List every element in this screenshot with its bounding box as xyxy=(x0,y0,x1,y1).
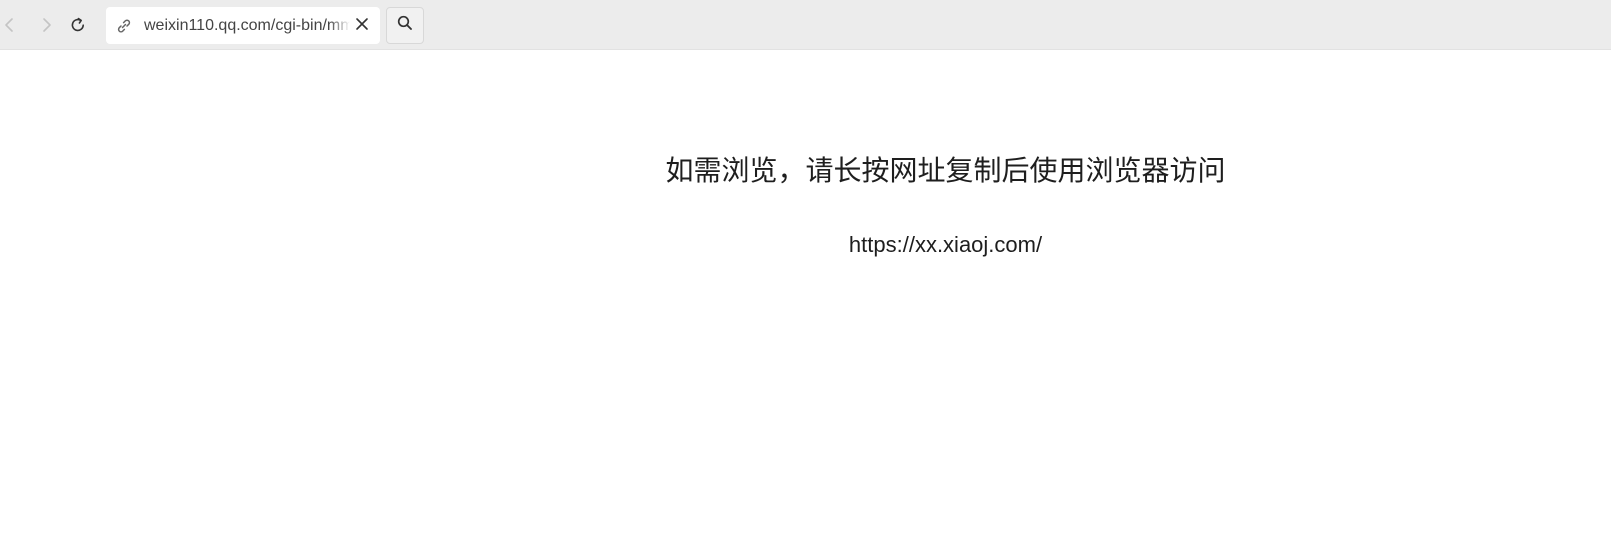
search-button[interactable] xyxy=(386,7,424,44)
reload-icon xyxy=(69,16,87,34)
reload-button[interactable] xyxy=(64,10,92,40)
browser-toolbar: weixin110.qq.com/cgi-bin/mmspamsupport-b… xyxy=(0,0,1611,50)
address-bar[interactable]: weixin110.qq.com/cgi-bin/mmspamsupport-b… xyxy=(106,7,380,44)
target-url-text[interactable]: https://xx.xiaoj.com/ xyxy=(0,230,1611,260)
back-arrow-icon xyxy=(2,17,18,33)
instruction-text: 如需浏览，请长按网址复制后使用浏览器访问 xyxy=(665,154,1226,187)
link-icon xyxy=(115,17,133,35)
clear-url-button[interactable] xyxy=(352,16,372,36)
search-icon xyxy=(396,14,414,37)
forward-button[interactable] xyxy=(32,10,60,40)
back-button[interactable] xyxy=(0,10,24,40)
close-icon xyxy=(355,17,369,36)
url-text[interactable]: weixin110.qq.com/cgi-bin/mmspamsupport-b… xyxy=(144,16,350,36)
page-content: 如需浏览，请长按网址复制后使用浏览器访问 https://xx.xiaoj.co… xyxy=(0,50,1611,556)
forward-arrow-icon xyxy=(38,17,54,33)
